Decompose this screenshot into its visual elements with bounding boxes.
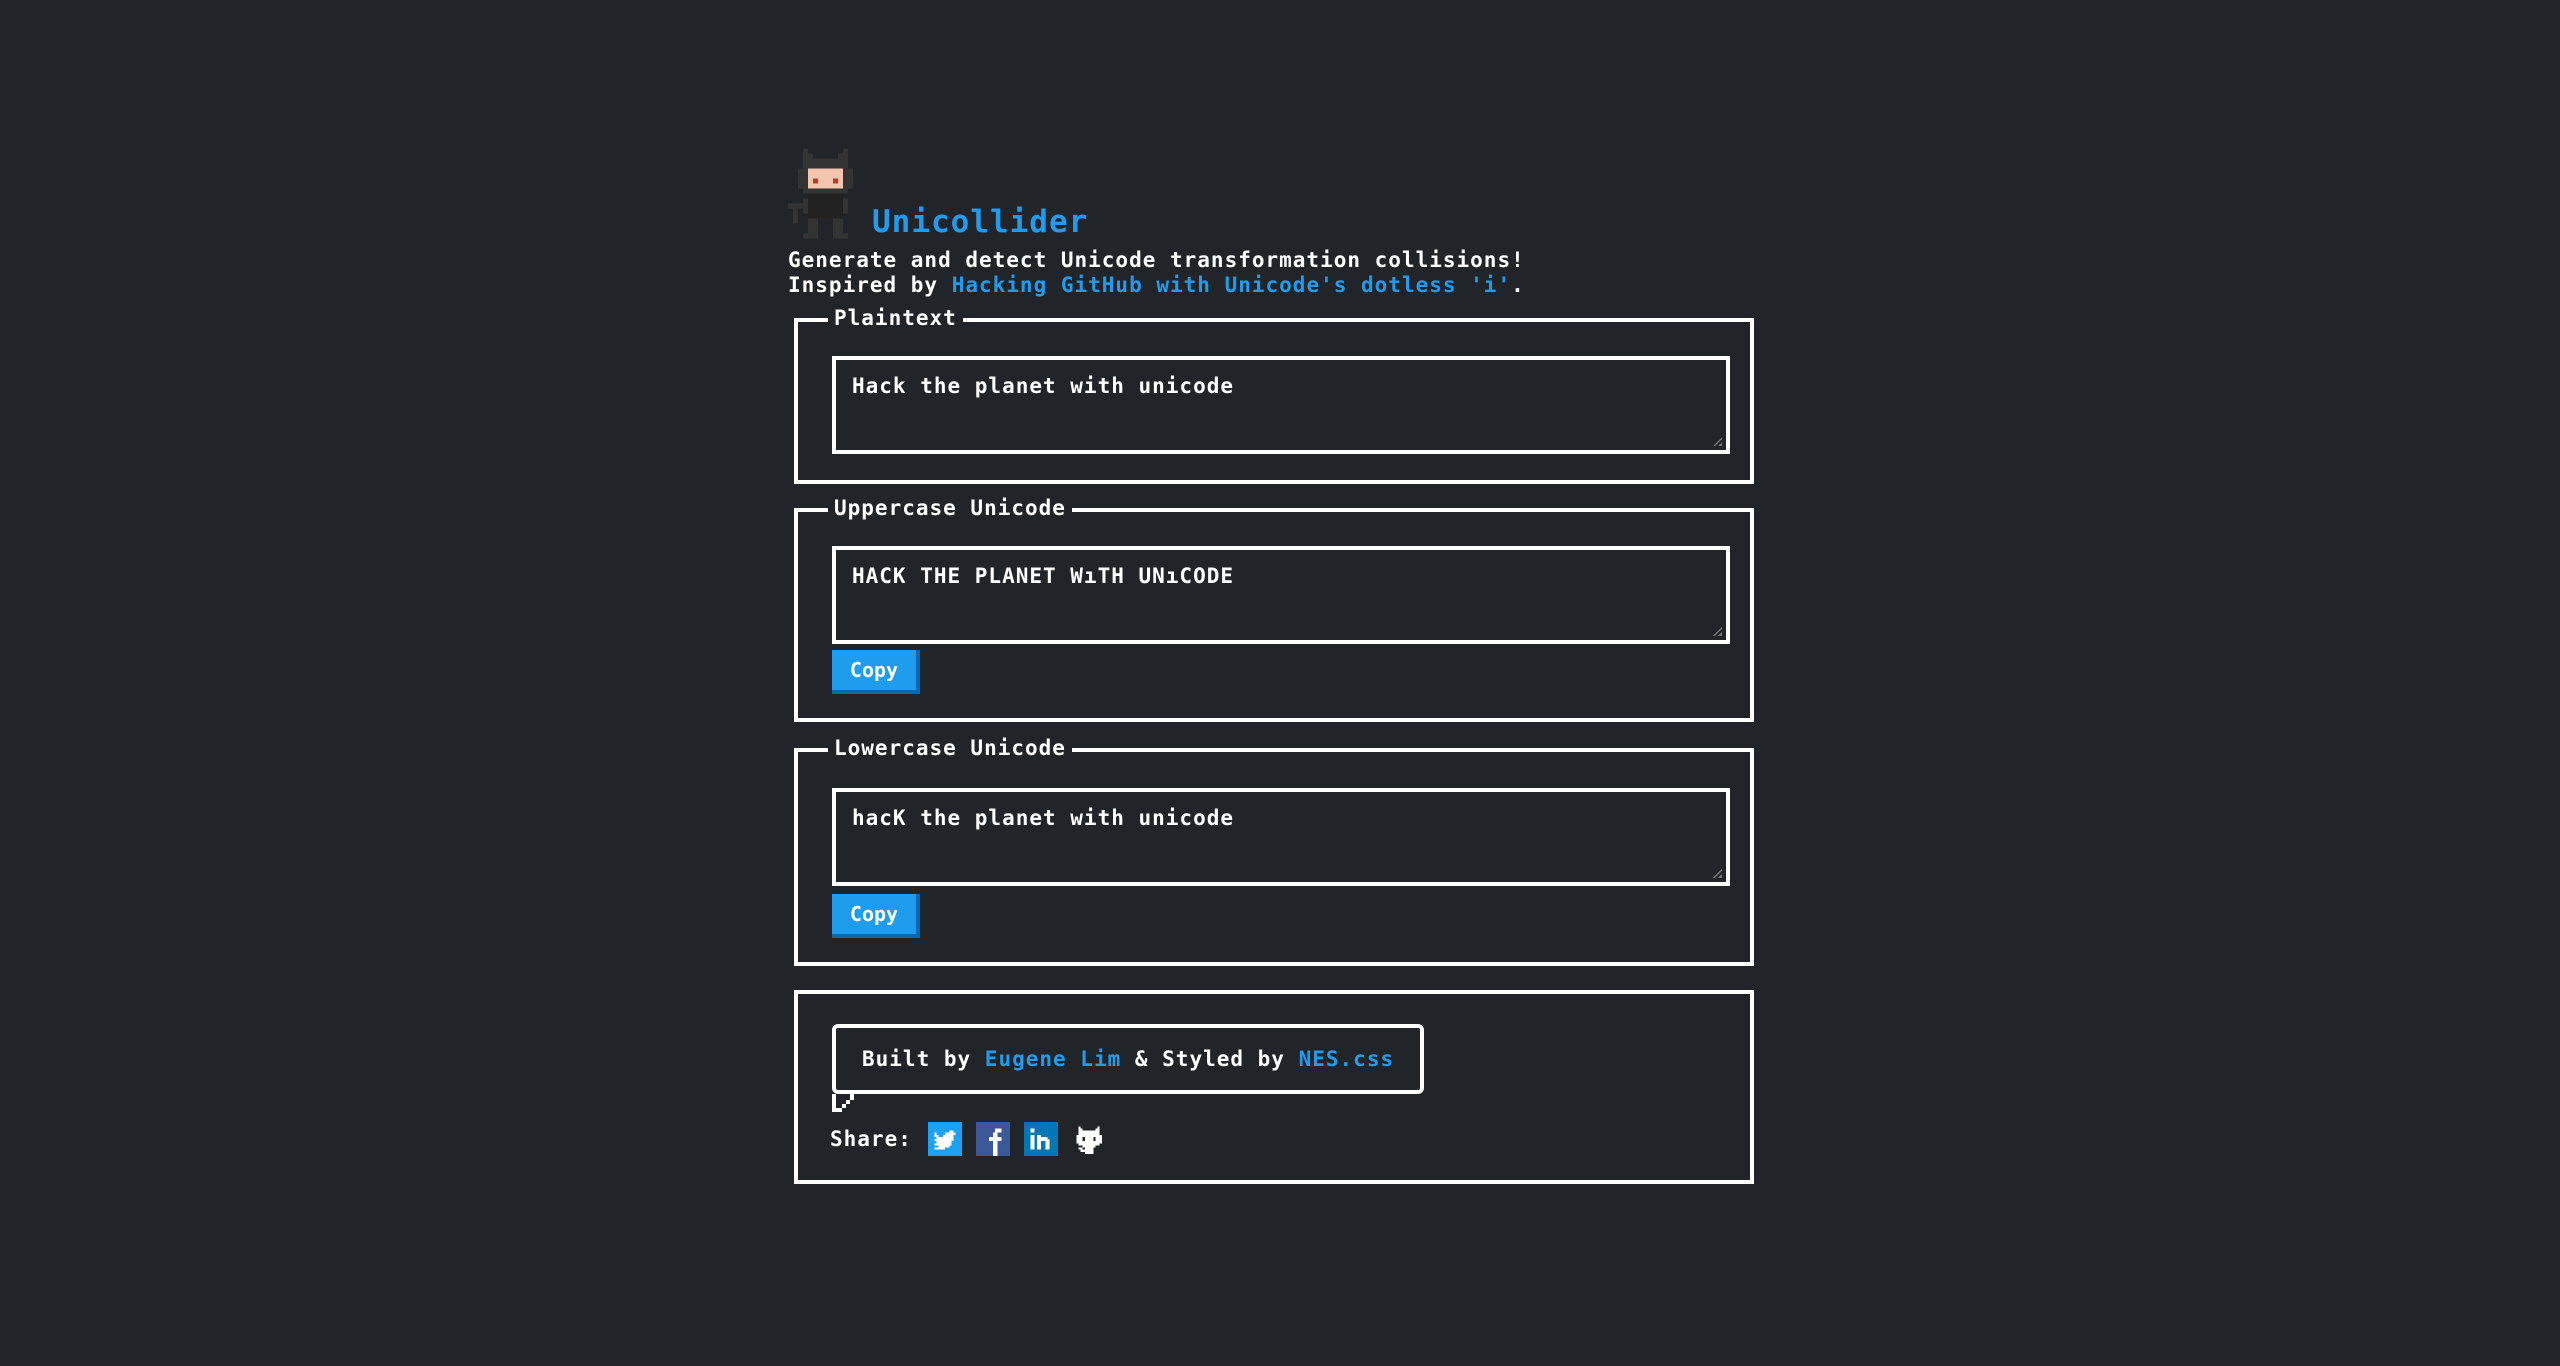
linkedin-icon[interactable] [1023, 1122, 1058, 1156]
subtitle-suffix: . [1511, 273, 1525, 297]
styled-by-text: & Styled by [1121, 1047, 1299, 1071]
header: Unicollider [788, 148, 1768, 248]
plaintext-title: Plaintext [828, 306, 963, 330]
resize-grip-icon[interactable] [1712, 626, 1722, 636]
pixel-octocat-icon [788, 148, 853, 239]
lowercase-title: Lowercase Unicode [828, 736, 1072, 760]
share-row: Share: [830, 1122, 1120, 1156]
lowercase-container: Lowercase Unicode hacK the planet with u… [794, 736, 1754, 966]
page-title: Unicollider [872, 204, 1089, 240]
credits-balloon: Built by Eugene Lim & Styled by NES.css [832, 1024, 1425, 1094]
inspiration-link[interactable]: Hacking GitHub with Unicode's dotless 'i… [952, 273, 1511, 297]
uppercase-output[interactable]: HACK THE PLANET WıTH UNıCODE [832, 546, 1730, 644]
nes-css-link[interactable]: NES.css [1299, 1047, 1395, 1071]
balloon-tail-icon [828, 1094, 854, 1112]
uppercase-title: Uppercase Unicode [828, 496, 1072, 520]
resize-grip-icon[interactable] [1712, 868, 1722, 878]
plaintext-value: Hack the planet with unicode [852, 374, 1235, 398]
plaintext-input[interactable]: Hack the planet with unicode [832, 356, 1730, 454]
github-icon[interactable] [1072, 1122, 1106, 1156]
resize-grip-icon[interactable] [1712, 436, 1722, 446]
built-by-prefix: Built by [862, 1047, 985, 1071]
footer-container: Built by Eugene Lim & Styled by NES.css … [794, 990, 1754, 1184]
copy-lowercase-button[interactable]: Copy [832, 894, 920, 938]
copy-uppercase-button[interactable]: Copy [832, 650, 920, 694]
uppercase-value: HACK THE PLANET WıTH UNıCODE [852, 564, 1235, 588]
twitter-icon[interactable] [927, 1122, 962, 1156]
lowercase-value: hacK the planet with unicode [852, 806, 1235, 830]
share-label: Share: [830, 1127, 912, 1151]
page-container: Unicollider Generate and detect Unicode … [788, 148, 1768, 1184]
lowercase-output[interactable]: hacK the planet with unicode [832, 788, 1730, 886]
subtitle-line-2: Inspired by Hacking GitHub with Unicode'… [788, 273, 1768, 298]
subtitle-line-1: Generate and detect Unicode transformati… [788, 248, 1525, 272]
subtitle-prefix: Inspired by [788, 273, 952, 297]
plaintext-container: Plaintext Hack the planet with unicode [794, 306, 1754, 484]
author-link[interactable]: Eugene Lim [985, 1047, 1121, 1071]
facebook-icon[interactable] [975, 1122, 1010, 1156]
uppercase-container: Uppercase Unicode HACK THE PLANET WıTH U… [794, 496, 1754, 722]
